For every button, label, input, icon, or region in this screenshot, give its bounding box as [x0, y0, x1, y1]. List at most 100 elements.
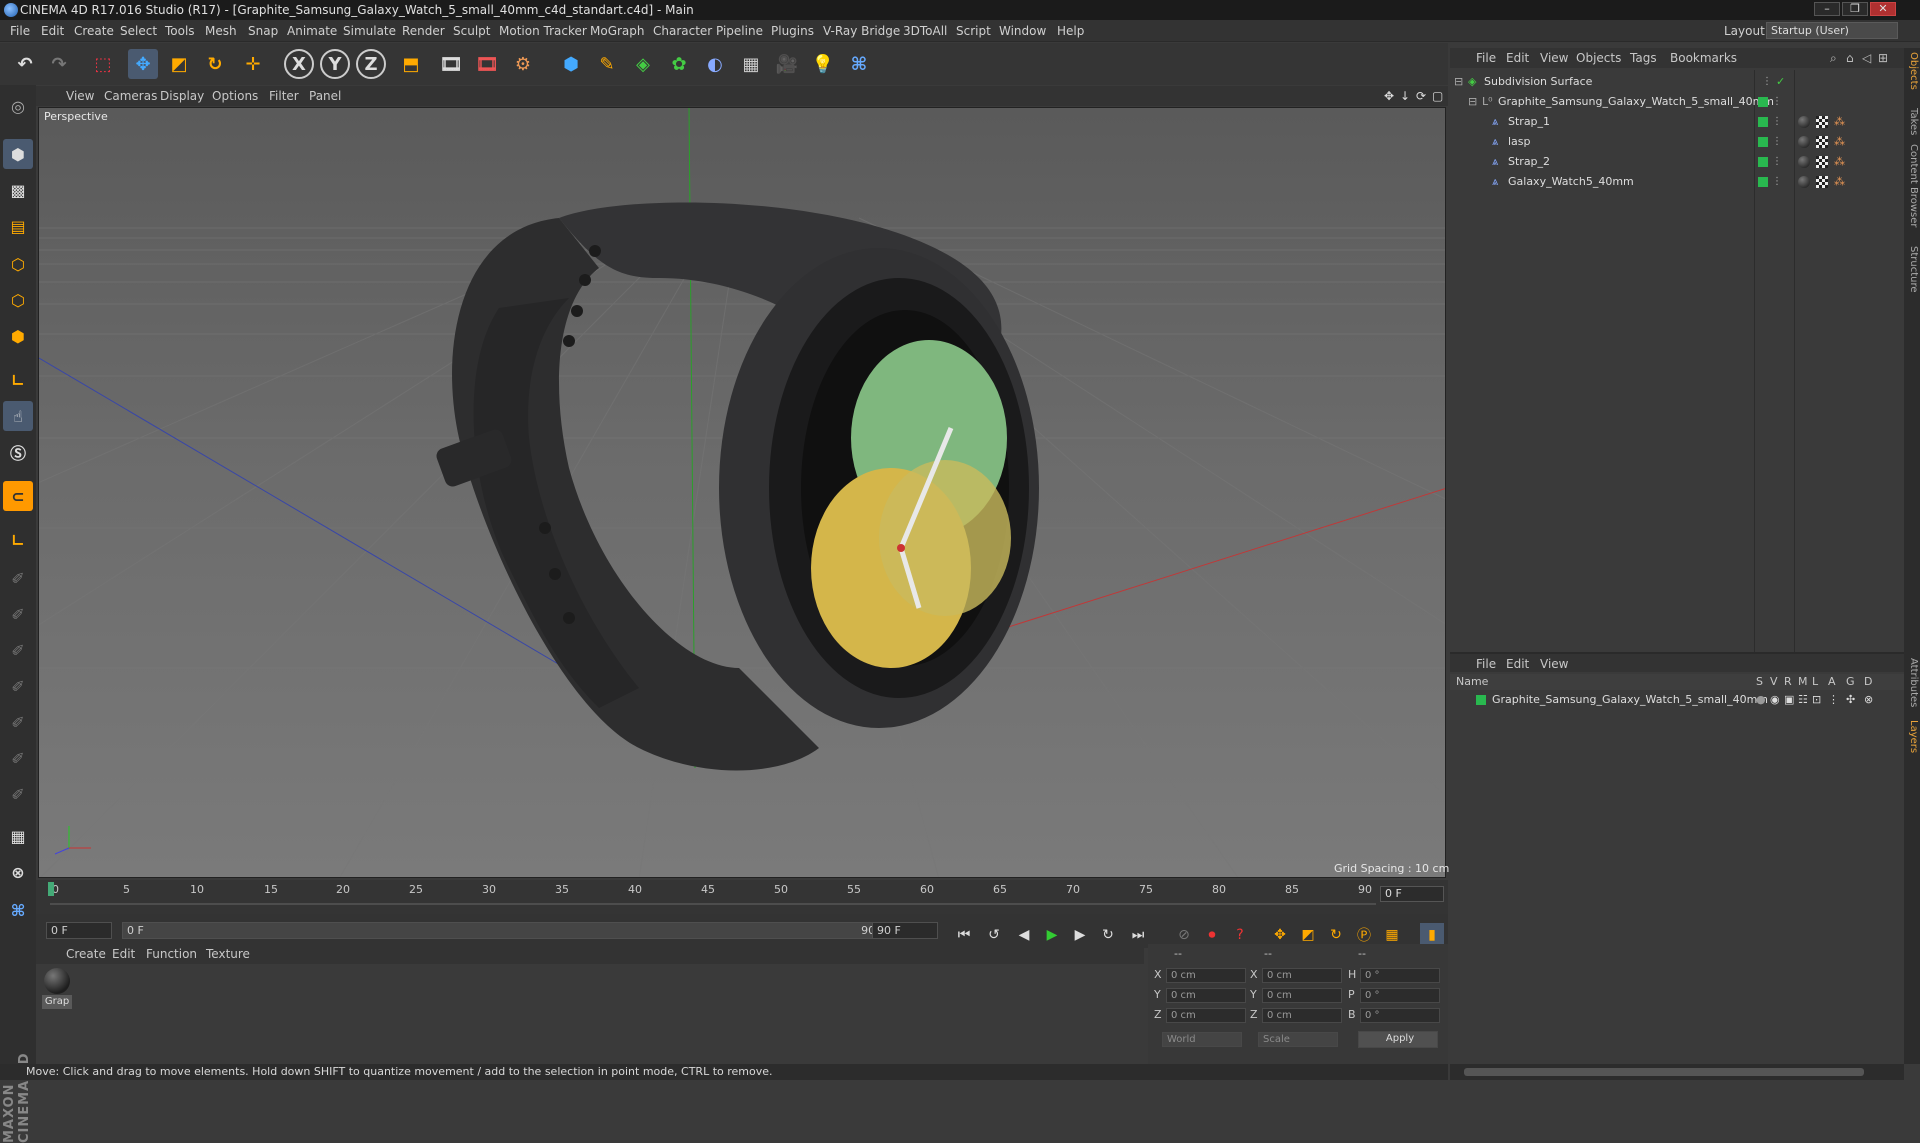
menu-help[interactable]: Help	[1057, 24, 1084, 38]
layer-color-badge[interactable]	[1758, 137, 1768, 147]
menu-character[interactable]: Character	[653, 24, 712, 38]
subdivision-surface-icon[interactable]: ◈	[628, 49, 658, 79]
viewport-menu-panel[interactable]: Panel	[309, 89, 341, 103]
rotation-b-field[interactable]: 0 °	[1360, 1008, 1440, 1023]
layer-menu-view[interactable]: View	[1540, 657, 1568, 671]
object-row-strap-1[interactable]: ⩓ Strap_1 ⋮ ⁂	[1450, 113, 1904, 131]
layer-visible-icon[interactable]: ◉	[1770, 691, 1780, 709]
grid-lock-icon[interactable]: ▦	[3, 821, 33, 851]
layer-row[interactable]: Graphite_Samsung_Galaxy_Watch_5_small_40…	[1450, 691, 1904, 709]
brush-tool-1-icon[interactable]: ✐	[3, 563, 33, 593]
material-menu-edit[interactable]: Edit	[112, 947, 135, 961]
material-menu-create[interactable]: Create	[66, 947, 106, 961]
object-row-subdivision-surface[interactable]: ⊟ ◈ Subdivision Surface ⋮ ✓	[1450, 73, 1904, 91]
close-button[interactable]: ✕	[1870, 2, 1896, 16]
edges-mode-icon[interactable]: ⬡	[3, 285, 33, 315]
tab-takes[interactable]: Takes	[1905, 108, 1919, 135]
menu-script[interactable]: Script	[956, 24, 991, 38]
material-tag-icon[interactable]	[1798, 176, 1810, 188]
playhead[interactable]	[48, 882, 54, 896]
layer-menu-file[interactable]: File	[1476, 657, 1496, 671]
viewport-dolly-icon[interactable]: ↓	[1400, 89, 1410, 103]
uvw-tag-icon[interactable]	[1816, 136, 1828, 148]
object-row-galaxy-watch5[interactable]: ⩓ Galaxy_Watch5_40mm ⋮ ⁂	[1450, 173, 1904, 191]
make-editable-icon[interactable]: ◎	[3, 91, 33, 121]
menu-create[interactable]: Create	[74, 24, 114, 38]
viewport-menu-cameras[interactable]: Cameras	[104, 89, 157, 103]
viewport-menu-options[interactable]: Options	[212, 89, 258, 103]
om-menu-bookmarks[interactable]: Bookmarks	[1670, 51, 1737, 65]
layer-color-badge[interactable]	[1758, 157, 1768, 167]
render-view-icon[interactable]: 🎞	[436, 49, 466, 79]
size-y-field[interactable]: 0 cm	[1262, 988, 1342, 1003]
om-menu-file[interactable]: File	[1476, 51, 1496, 65]
maximize-button[interactable]: ❐	[1842, 2, 1868, 16]
viewport-menu-filter[interactable]: Filter	[269, 89, 299, 103]
viewport-rotate-icon[interactable]: ⟳	[1416, 89, 1426, 103]
tab-structure[interactable]: Structure	[1905, 246, 1919, 293]
uvw-tag-icon[interactable]	[1816, 176, 1828, 188]
end-frame-field[interactable]: 90 F	[872, 922, 938, 939]
menu-render[interactable]: Render	[402, 24, 445, 38]
live-selection-icon[interactable]: ⬚	[88, 49, 118, 79]
visibility-dots-icon[interactable]: ⋮	[1772, 173, 1782, 191]
layer-color-badge[interactable]	[1758, 177, 1768, 187]
menu-pipeline[interactable]: Pipeline	[716, 24, 763, 38]
menu-simulate[interactable]: Simulate	[343, 24, 396, 38]
expand-icon[interactable]: ⊟	[1468, 93, 1477, 111]
uvw-tag-icon[interactable]	[1816, 116, 1828, 128]
enabled-check-icon[interactable]: ✓	[1776, 73, 1785, 91]
last-tool-icon[interactable]: ✛	[238, 49, 268, 79]
snap-icon[interactable]: Ⓢ	[3, 437, 33, 467]
menu-sculpt[interactable]: Sculpt	[453, 24, 490, 38]
camera-icon[interactable]: 🎥	[772, 49, 802, 79]
brush-tool-5-icon[interactable]: ✐	[3, 707, 33, 737]
brush-tool-4-icon[interactable]: ✐	[3, 671, 33, 701]
menu-mesh[interactable]: Mesh	[205, 24, 237, 38]
coordinate-system-icon[interactable]: ⬒	[396, 49, 426, 79]
rotate-tool-icon[interactable]: ↻	[200, 49, 230, 79]
points-mode-icon[interactable]: ⬡	[3, 249, 33, 279]
visibility-dots-icon[interactable]: ⋮	[1772, 133, 1782, 151]
menu-animate[interactable]: Animate	[287, 24, 337, 38]
python-script-icon[interactable]: ⌘	[3, 895, 33, 925]
selection-tag-icon[interactable]: ⁂	[1834, 113, 1845, 131]
viewport-maximize-icon[interactable]: ▢	[1432, 89, 1443, 103]
om-menu-view[interactable]: View	[1540, 51, 1568, 65]
viewport-menu-view[interactable]: View	[66, 89, 94, 103]
menu-3dtoall[interactable]: 3DToAll	[903, 24, 947, 38]
menu-window[interactable]: Window	[999, 24, 1046, 38]
om-back-icon[interactable]: ◁	[1862, 51, 1871, 65]
layer-manager-icon[interactable]: ☷	[1798, 691, 1808, 709]
material-menu-texture[interactable]: Texture	[206, 947, 250, 961]
floor-icon[interactable]: ▦	[736, 49, 766, 79]
menu-snap[interactable]: Snap	[248, 24, 278, 38]
horizontal-scrollbar[interactable]	[1450, 1064, 1904, 1080]
layer-generator-icon[interactable]: ✣	[1846, 691, 1855, 709]
apply-button[interactable]: Apply	[1358, 1031, 1438, 1048]
minimize-button[interactable]: –	[1814, 2, 1840, 16]
position-x-field[interactable]: 0 cm	[1166, 968, 1246, 983]
uvw-tag-icon[interactable]	[1816, 156, 1828, 168]
brush-tool-3-icon[interactable]: ✐	[3, 635, 33, 665]
axis-lock-icon[interactable]: ∟	[3, 525, 33, 555]
layer-color-badge[interactable]	[1758, 117, 1768, 127]
visibility-dots-icon[interactable]: ⋮	[1772, 93, 1782, 111]
tab-objects[interactable]: Objects	[1905, 52, 1919, 90]
menu-mograph[interactable]: MoGraph	[590, 24, 645, 38]
scrollbar-thumb[interactable]	[1464, 1068, 1864, 1076]
render-settings-icon[interactable]: ⚙	[508, 49, 538, 79]
position-z-field[interactable]: 0 cm	[1166, 1008, 1246, 1023]
coordinate-space-select[interactable]: World	[1162, 1032, 1242, 1047]
om-search-icon[interactable]: ⌕	[1830, 51, 1837, 66]
current-frame-field[interactable]: 0 F	[1380, 886, 1444, 902]
deformer-icon[interactable]: ◐	[700, 49, 730, 79]
start-frame-field[interactable]: 0 F	[46, 922, 112, 939]
frame-range-slider[interactable]: 0 F 90 F	[122, 922, 896, 939]
tab-attributes[interactable]: Attributes	[1905, 658, 1919, 707]
z-axis-button[interactable]: Z	[356, 49, 386, 79]
redo-icon[interactable]: ↷	[44, 49, 74, 79]
spline-pen-icon[interactable]: ✎	[592, 49, 622, 79]
y-axis-button[interactable]: Y	[320, 49, 350, 79]
menu-edit[interactable]: Edit	[41, 24, 64, 38]
